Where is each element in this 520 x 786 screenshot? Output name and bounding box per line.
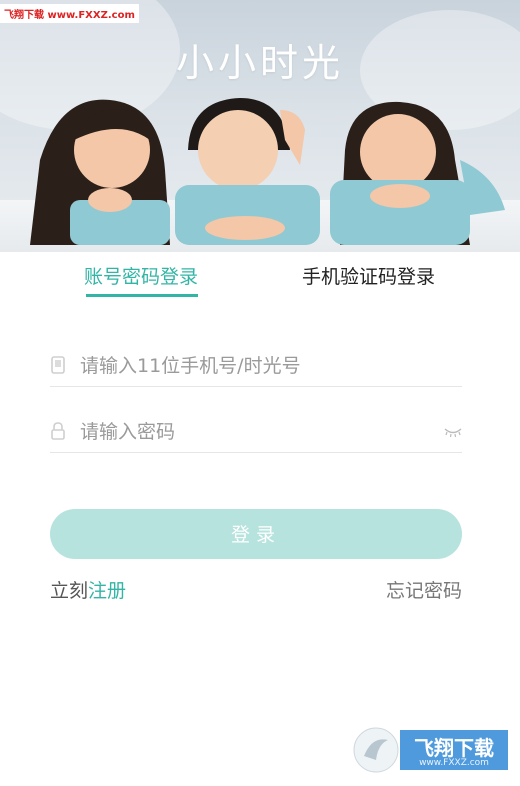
watermark-text: 飞翔下载 www.FXXZ.com bbox=[0, 4, 139, 23]
register-prefix: 立刻 bbox=[50, 580, 89, 602]
phone-icon bbox=[51, 356, 65, 374]
active-tab-indicator bbox=[86, 294, 198, 297]
badge-url: www.FXXZ.com bbox=[419, 758, 489, 768]
phone-field bbox=[50, 346, 462, 387]
password-input[interactable] bbox=[78, 416, 432, 448]
app-title: 小小时光 bbox=[175, 41, 344, 85]
forgot-password-link[interactable]: 忘记密码 bbox=[386, 576, 462, 603]
password-field bbox=[50, 412, 462, 453]
tab-password-login[interactable]: 账号密码登录 bbox=[84, 262, 198, 289]
register-link[interactable]: 注册 bbox=[88, 580, 126, 602]
site-badge: 飞翔下载 www.FXXZ.com bbox=[352, 726, 510, 774]
register-row: 立刻注册 bbox=[50, 576, 126, 603]
login-button[interactable]: 登录 bbox=[50, 509, 462, 559]
tab-sms-login[interactable]: 手机验证码登录 bbox=[302, 262, 435, 289]
hero-banner: 飞翔下载 www.FXXZ.com 小小时光 bbox=[0, 0, 520, 252]
lock-icon bbox=[51, 422, 65, 440]
eye-closed-icon[interactable] bbox=[444, 426, 462, 438]
login-tabs: 账号密码登录 手机验证码登录 bbox=[0, 252, 520, 302]
badge-name: 飞翔下载 bbox=[414, 736, 494, 760]
phone-input[interactable] bbox=[78, 350, 432, 382]
